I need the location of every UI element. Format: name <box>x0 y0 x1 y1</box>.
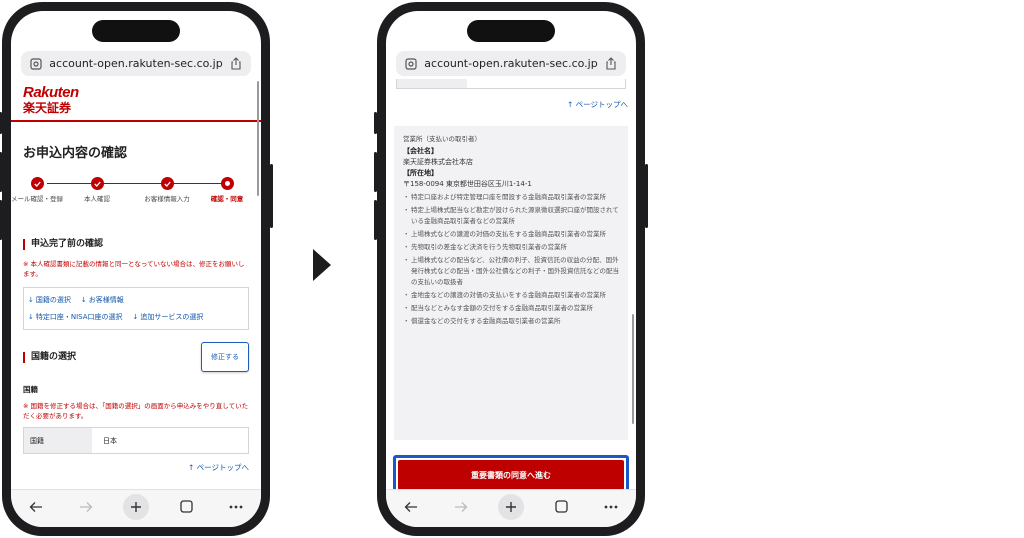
arrow-down-icon: ↓ <box>28 313 34 321</box>
step-identity: 本人確認 <box>66 177 128 204</box>
nationality-row: 国籍 日本 <box>23 427 249 454</box>
tabs-icon[interactable] <box>173 494 199 520</box>
url-text[interactable]: account-open.rakuten-sec.co.jp <box>424 57 597 70</box>
office-info-box: 営業所（支払いの取引者） 【会社名】 楽天証券株式会社本店 【所在地】 〒158… <box>394 126 628 440</box>
more-icon[interactable] <box>598 494 624 520</box>
arrow-down-icon: ↓ <box>132 313 139 321</box>
back-icon[interactable] <box>398 494 424 520</box>
site-header: Rakuten 楽天証券 <box>11 79 261 122</box>
step-confirm: 確認・同意 <box>196 177 258 204</box>
phone-side-button <box>374 200 377 240</box>
page-top-link[interactable]: ↑ ページトップへ <box>11 462 249 473</box>
share-icon[interactable] <box>605 57 617 70</box>
check-icon <box>160 177 174 190</box>
more-icon[interactable] <box>223 494 249 520</box>
phone-side-button <box>645 164 648 228</box>
phone-side-button <box>374 152 377 192</box>
phone-side-button <box>0 200 2 240</box>
office-type: 営業所（支払いの取引者） <box>403 135 481 143</box>
phone-side-button <box>0 112 2 134</box>
previous-table-edge <box>396 79 626 89</box>
list-item: ・先物取引の差金など決済を行う先物取引業者の営業所 <box>403 243 567 251</box>
anchor-specific-account[interactable]: ↓ 特定口座・NISA口座の選択 <box>28 310 123 324</box>
step-label: お客様情報入力 <box>144 195 190 203</box>
check-icon <box>30 177 44 190</box>
phone-side-button <box>0 152 2 192</box>
phone-frame-left: account-open.rakuten-sec.co.jp Rakuten 楽… <box>0 2 273 536</box>
scrollbar[interactable] <box>632 314 634 424</box>
proceed-button[interactable]: 重要書類の同意へ進む <box>398 460 624 490</box>
page-title: お申込内容の確認 <box>23 146 128 161</box>
scrollbar[interactable] <box>257 81 259 196</box>
address-bar[interactable]: account-open.rakuten-sec.co.jp <box>396 51 626 76</box>
nationality-heading: 国籍の選択 <box>23 351 76 363</box>
list-item: ・償還金などの交付をする金融商品取引業者の営業所 <box>403 317 561 325</box>
list-item: ・特定上場株式配当など勘定が設けられた源泉徴収選択口座が開設されている金融商品取… <box>403 206 619 225</box>
address: 〒158-0094 東京都世田谷区玉川1-14-1 <box>403 180 532 188</box>
edit-button[interactable]: 修正する <box>201 342 249 372</box>
nationality-value: 日本 <box>103 436 117 445</box>
forward-icon[interactable] <box>73 494 99 520</box>
rakuten-securities-logo: 楽天証券 <box>23 101 72 115</box>
step-customer-info: お客様情報入力 <box>136 177 198 204</box>
arrow-up-icon: ↑ <box>187 463 195 472</box>
anchor-additional-services[interactable]: ↓ 追加サービスの選択 <box>133 310 204 324</box>
step-label: 確認・同意 <box>210 195 244 203</box>
browser-toolbar <box>386 489 636 527</box>
new-tab-icon[interactable] <box>498 493 524 520</box>
phone-frame-right: account-open.rakuten-sec.co.jp ↑ ページトップへ… <box>374 2 648 536</box>
address-bar[interactable]: account-open.rakuten-sec.co.jp <box>21 51 251 76</box>
forward-icon[interactable] <box>448 494 474 520</box>
page-top-link[interactable]: ↑ ページトップへ <box>386 99 628 110</box>
page-settings-icon[interactable] <box>30 57 42 70</box>
step-email: メール確認・登録 <box>11 177 68 204</box>
address-label: 【所在地】 <box>403 169 438 177</box>
list-item: ・金地金などの譲渡の対価の支払いをする金融商品取引業者の営業所 <box>403 291 606 299</box>
section-heading: 申込完了前の確認 <box>23 239 261 250</box>
list-item: ・配当などとみなす金額の交付をする金融商品取引業者の営業所 <box>403 304 593 312</box>
rakuten-logo[interactable]: Rakuten <box>23 85 261 100</box>
list-item: ・特定口座および特定管理口座を開設する金融商品取引業者の営業所 <box>403 193 606 201</box>
phone-side-button <box>270 164 273 228</box>
back-icon[interactable] <box>23 494 49 520</box>
warning-note: ※ 本人確認書類に記載の情報と同一となっていない場合は、修正をお願いします。 <box>23 260 245 278</box>
arrow-right-icon <box>313 249 331 281</box>
current-step-icon <box>220 177 234 190</box>
list-item: ・上場株式などの配当など、公社債の利子、投資信託の収益の分配、国外発行株式などの… <box>403 256 619 286</box>
dynamic-island <box>467 20 555 42</box>
anchor-customer-info[interactable]: ↓ お客様情報 <box>81 293 124 307</box>
field-title: 国籍 <box>23 385 38 394</box>
arrow-down-icon: ↓ <box>28 296 34 304</box>
page-settings-icon[interactable] <box>405 57 417 70</box>
phone-screen-left: account-open.rakuten-sec.co.jp Rakuten 楽… <box>11 11 261 527</box>
list-item: ・上場株式などの譲渡の対価の支払をする金融商品取引業者の営業所 <box>403 230 606 238</box>
share-icon[interactable] <box>230 57 242 70</box>
arrow-down-icon: ↓ <box>80 296 87 304</box>
tabs-icon[interactable] <box>548 494 574 520</box>
dynamic-island <box>92 20 180 42</box>
step-label: 本人確認 <box>84 195 110 203</box>
nationality-note: ※ 国籍を修正する場合は、「国籍の選択」の画面から申込みをやり直していただく必要… <box>23 402 249 420</box>
page-content: Rakuten 楽天証券 お申込内容の確認 メール確認・登録 本人確認 お客様情… <box>11 79 261 491</box>
step-label: メール確認・登録 <box>11 195 63 203</box>
phone-screen-right: account-open.rakuten-sec.co.jp ↑ ページトップへ… <box>386 11 636 527</box>
company-label: 【会社名】 <box>403 147 438 155</box>
nationality-key: 国籍 <box>24 428 92 453</box>
phone-side-button <box>374 112 377 134</box>
check-icon <box>90 177 104 190</box>
page-content: ↑ ページトップへ 営業所（支払いの取引者） 【会社名】 楽天証券株式会社本店 … <box>386 79 636 491</box>
anchor-nationality[interactable]: ↓ 国籍の選択 <box>28 293 71 307</box>
progress-steps: メール確認・登録 本人確認 お客様情報入力 確認・同意 <box>11 177 261 229</box>
browser-toolbar <box>11 489 261 527</box>
url-text[interactable]: account-open.rakuten-sec.co.jp <box>49 57 222 70</box>
new-tab-icon[interactable] <box>123 493 149 520</box>
anchor-links: ↓ 国籍の選択 ↓ お客様情報 ↓ 特定口座・NISA口座の選択 ↓ 追加サービスの選択 <box>23 287 249 330</box>
company-name: 楽天証券株式会社本店 <box>403 158 473 166</box>
arrow-up-icon: ↑ <box>566 100 574 109</box>
proceed-button-highlight: 重要書類の同意へ進む <box>393 455 629 491</box>
